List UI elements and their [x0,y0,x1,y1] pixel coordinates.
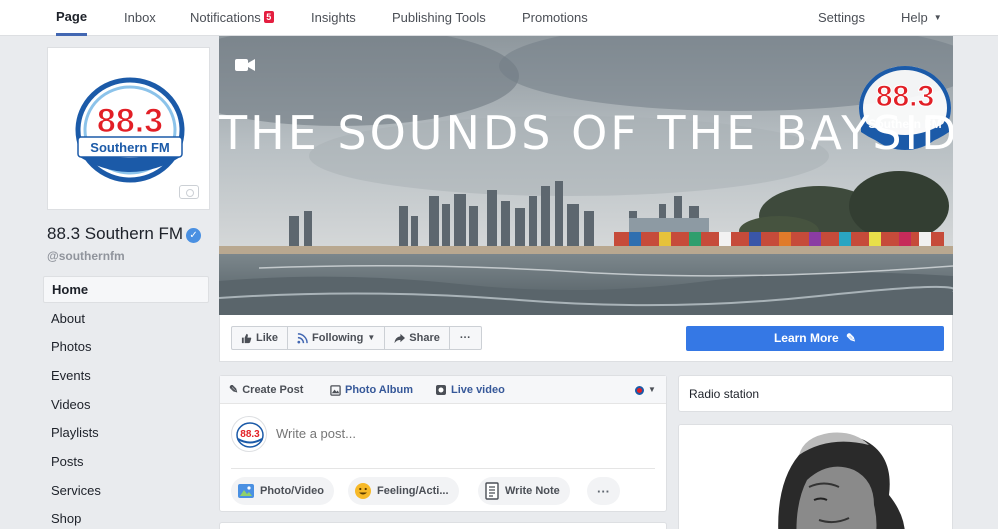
chevron-down-icon: ▼ [367,333,376,342]
profile-picture[interactable]: 88.3 Southern FM [47,47,210,210]
tab-help-label: Help [901,10,928,25]
cover-photo[interactable]: 88.3 Southern FM THE SOUNDS OF THE BAYSI… [219,36,953,315]
tab-page[interactable]: Page [56,0,88,36]
more-options-button[interactable]: ··· [450,327,481,349]
tab-create-post-label: Create Post [242,384,304,396]
sidebar-item-home[interactable]: Home [43,276,209,303]
photo-card[interactable] [678,424,953,529]
sidebar-item-playlists[interactable]: Playlists [43,419,209,448]
page-avatar-mini-icon [635,385,644,395]
notifications-badge: 5 [263,11,274,23]
following-button[interactable]: Following ▼ [288,327,386,349]
verified-check-icon: ✓ [186,228,202,243]
tab-publishing-tools[interactable]: Publishing Tools [392,0,486,36]
composer-page-selector[interactable]: ▼ [635,376,656,404]
tab-photo-album[interactable]: Photo Album [330,376,413,404]
cover-title: THE SOUNDS OF THE BAYSIDE [219,106,953,160]
page-title: 88.3 Southern FM ✓ [47,224,202,244]
composer-tabs: ✎ Create Post Photo Album Live video ▼ [220,376,666,404]
share-arrow-icon [394,333,406,343]
tab-create-post[interactable]: ✎ Create Post [229,376,303,404]
logo-text: Southern FM [90,140,169,155]
tab-photo-album-label: Photo Album [345,384,414,396]
feeling-activity-label: Feeling/Acti... [377,485,449,497]
avatar: 88.3 [231,416,267,452]
photo-video-button[interactable]: Photo/Video [231,477,334,505]
page-action-buttons: Like Following ▼ Share ··· [231,326,482,350]
page-category[interactable]: Radio station [689,387,759,401]
page-username[interactable]: @southernfm [47,249,125,263]
pencil-icon: ✎ [229,384,239,396]
write-note-button[interactable]: Write Note [478,477,570,505]
camera-icon[interactable] [179,185,199,199]
tab-settings[interactable]: Settings [818,0,865,36]
caret-down-icon: ▼ [933,13,942,22]
top-navigation: Page Inbox Notifications 5 Insights Publi… [0,0,998,36]
learn-more-label: Learn More [773,331,839,345]
like-button-label: Like [256,332,279,344]
sidebar-item-videos[interactable]: Videos [43,391,209,420]
tab-help[interactable]: Help ▼ [901,0,942,36]
left-navigation: Home About Photos Events Videos Playlist… [43,276,209,529]
share-button[interactable]: Share [385,327,450,349]
feeling-activity-button[interactable]: Feeling/Acti... [348,477,459,505]
write-note-label: Write Note [505,485,560,497]
tab-live-video[interactable]: Live video [435,376,505,404]
following-button-label: Following [312,332,364,344]
smiley-icon [355,483,371,499]
rss-icon [297,332,308,344]
thumbs-up-icon [241,333,252,343]
photo-video-icon [238,484,254,498]
live-video-icon [436,385,446,395]
feed-card [219,522,667,529]
composer-divider [231,468,655,469]
logo-number: 88.3 [97,102,163,140]
tab-notifications-label: Notifications [190,10,261,25]
page-action-bar: Like Following ▼ Share ··· Learn More ✎ [219,315,953,362]
avatar-logo: 88.3 [236,422,264,448]
sidebar-item-photos[interactable]: Photos [43,333,209,362]
tab-inbox[interactable]: Inbox [124,0,156,36]
tab-notifications[interactable]: Notifications 5 [190,0,274,36]
cover-scene: 88.3 Southern FM [219,36,953,315]
sidebar-item-events[interactable]: Events [43,362,209,391]
page-name-text: 88.3 Southern FM [47,224,184,243]
chevron-down-icon: ▼ [648,385,656,394]
category-card: Radio station [678,375,953,412]
note-icon [485,482,499,500]
tab-promotions[interactable]: Promotions [522,0,588,36]
portrait-photo [679,425,952,529]
more-options-icon: ··· [459,332,471,344]
post-composer: ✎ Create Post Photo Album Live video ▼ 8… [219,375,667,512]
photo-album-icon [330,384,341,396]
post-input[interactable] [276,420,656,448]
video-camera-icon[interactable] [235,58,255,75]
tab-live-video-label: Live video [451,384,505,396]
pencil-icon[interactable]: ✎ [846,331,856,345]
tab-insights[interactable]: Insights [311,0,356,36]
avatar-logo-number: 88.3 [240,429,260,440]
sidebar-item-about[interactable]: About [43,305,209,334]
composer-more-button[interactable]: ··· [587,477,620,505]
sidebar-item-shop[interactable]: Shop [43,505,209,529]
sidebar-item-posts[interactable]: Posts [43,448,209,477]
more-dots-icon: ··· [597,483,610,499]
photo-video-label: Photo/Video [260,485,324,497]
share-button-label: Share [409,332,440,344]
like-button[interactable]: Like [232,327,289,349]
sidebar-item-services[interactable]: Services [43,477,209,506]
learn-more-button[interactable]: Learn More ✎ [686,326,944,351]
